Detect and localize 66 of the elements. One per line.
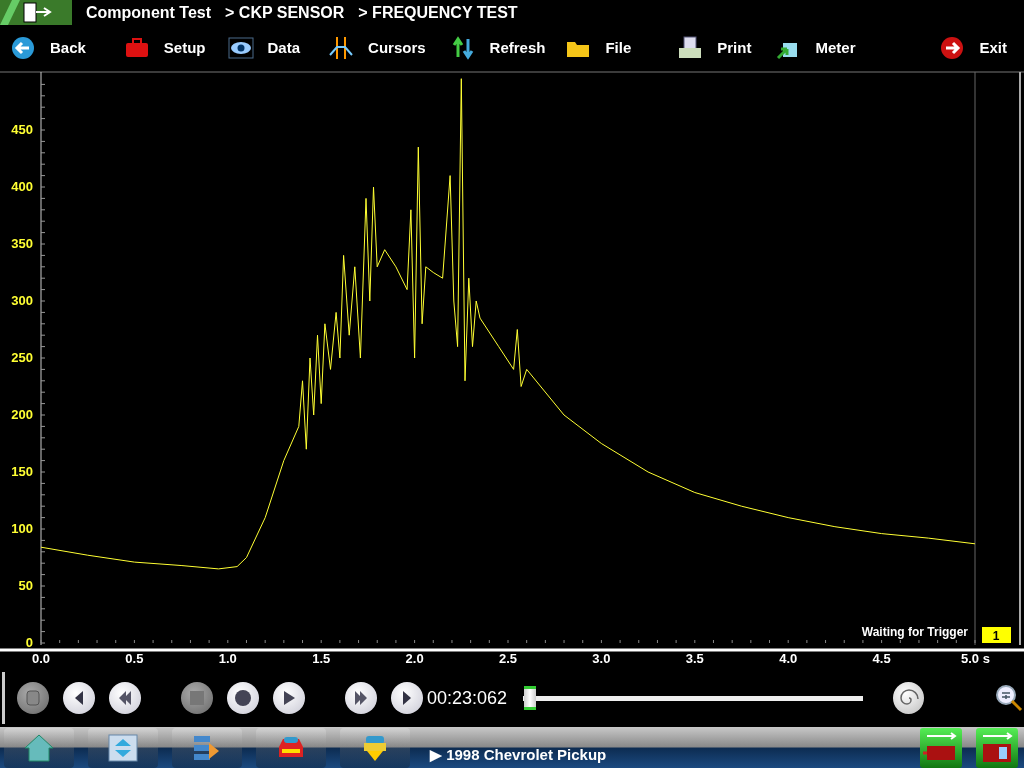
vehicle-label: ▶ 1998 Chevrolet Pickup xyxy=(430,745,608,764)
x-tick-label: 2.0 xyxy=(405,651,424,666)
y-tick-label: 150 xyxy=(11,464,33,479)
y-tick-label: 350 xyxy=(11,236,33,251)
x-tick-label: 3.0 xyxy=(592,651,611,666)
x-tick-label: 2.5 xyxy=(498,651,518,666)
playback-button[interactable] xyxy=(63,682,95,714)
toolbar-button[interactable]: Setup xyxy=(119,30,210,65)
trigger-status: Waiting for Trigger xyxy=(861,625,968,639)
playback-button[interactable] xyxy=(227,682,259,714)
y-tick-label: 250 xyxy=(11,350,33,365)
step-forward-icon xyxy=(403,691,411,705)
y-tick-label: 0 xyxy=(25,635,33,650)
toolbar-button[interactable]: Meter xyxy=(771,30,860,65)
home-button[interactable] xyxy=(4,727,74,768)
stop-icon xyxy=(190,691,204,705)
window-icon xyxy=(107,732,139,763)
play-icon xyxy=(283,691,295,705)
rewind-icon xyxy=(119,691,131,705)
playback-button[interactable] xyxy=(109,682,141,714)
playback-button[interactable] xyxy=(273,682,305,714)
cursors-icon xyxy=(328,34,355,61)
printer-icon xyxy=(677,34,704,61)
step-back-icon xyxy=(75,691,83,705)
list-button[interactable] xyxy=(172,727,242,768)
toolbar-button[interactable]: Cursors xyxy=(324,30,430,65)
record-icon xyxy=(235,690,251,706)
x-tick-label: 0.5 xyxy=(125,651,144,666)
toolbar-button[interactable]: Exit xyxy=(935,30,1011,65)
x-tick-label: 1.5 xyxy=(312,651,331,666)
y-tick-label: 300 xyxy=(11,293,33,308)
vehicle-button[interactable] xyxy=(256,727,326,768)
x-tick-label: 4.0 xyxy=(779,651,798,666)
y-tick-label: 200 xyxy=(11,407,33,422)
playback-button[interactable] xyxy=(345,682,377,714)
toolbar-button[interactable]: File xyxy=(561,30,636,65)
playback-time: 00:23:062 xyxy=(427,687,508,709)
playback-button[interactable] xyxy=(391,682,423,714)
breadcrumb: Component Test xyxy=(86,3,212,22)
data-button[interactable] xyxy=(340,727,410,768)
window-button[interactable] xyxy=(88,727,158,768)
x-tick-label: 3.5 xyxy=(685,651,704,666)
zoom-icon xyxy=(994,683,1024,713)
zoom-button[interactable] xyxy=(994,683,1024,713)
y-tick-label: 50 xyxy=(18,578,33,593)
x-tick-label: 0.0 xyxy=(31,651,51,666)
toolbar-button[interactable]: Back xyxy=(6,30,90,65)
breadcrumb: > FREQUENCY TEST xyxy=(358,3,518,22)
breadcrumb: > CKP SENSOR xyxy=(225,3,345,22)
y-tick-label: 400 xyxy=(11,179,33,194)
home-icon xyxy=(23,732,55,763)
x-tick-label: 4.5 xyxy=(872,651,891,666)
toolbar-button[interactable]: Print xyxy=(673,30,756,65)
y-tick-label: 100 xyxy=(11,521,33,536)
x-tick-label: 5.0 s xyxy=(961,651,990,666)
x-tick-label: 1.0 xyxy=(218,651,237,666)
fast-forward-icon xyxy=(355,691,367,705)
exit-icon xyxy=(939,34,966,61)
slider-thumb[interactable] xyxy=(523,686,536,710)
toolbar-button[interactable]: Refresh xyxy=(445,30,550,65)
channel-badge: 1 xyxy=(982,627,1011,643)
fingerprint-button[interactable] xyxy=(893,682,924,714)
back-icon xyxy=(10,34,36,61)
y-tick-label: 450 xyxy=(11,122,33,137)
toolbar-button[interactable]: Data xyxy=(223,30,305,65)
eye-icon xyxy=(227,34,254,61)
